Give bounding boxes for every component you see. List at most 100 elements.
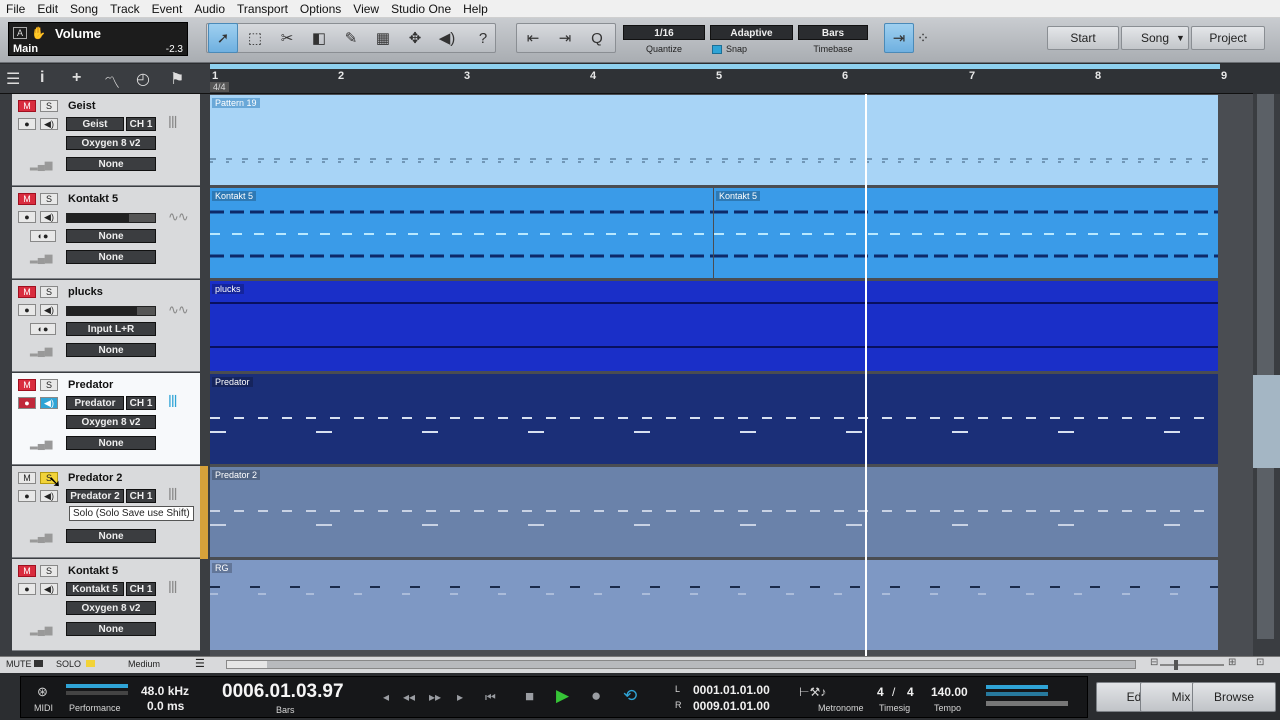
help-icon[interactable]: ? — [468, 23, 498, 53]
event-region[interactable]: RG — [210, 560, 1218, 650]
track-size-select[interactable]: Medium — [128, 659, 160, 669]
monitor-icon[interactable]: ◀) — [40, 118, 58, 130]
track-name[interactable]: Kontakt 5 — [68, 565, 118, 577]
event-region[interactable]: Predator 2 — [210, 467, 1218, 557]
tempo-value[interactable]: 140.00 — [931, 685, 968, 699]
input-select[interactable]: None — [66, 229, 156, 243]
forward-icon[interactable]: ▸ — [457, 690, 463, 704]
loop-range[interactable] — [210, 64, 1220, 69]
input-stereo-icon[interactable]: ◐● — [30, 230, 56, 242]
flag-icon[interactable]: ⚑ — [170, 69, 184, 89]
scroll-thumb[interactable] — [1257, 94, 1274, 639]
volume-fader[interactable] — [66, 213, 156, 223]
menu-song[interactable]: Song — [64, 2, 104, 16]
event-region[interactable]: Kontakt 5 — [210, 188, 713, 278]
volume-display[interactable]: A ✋ Volume Main -2.3 — [8, 22, 188, 56]
snap-value[interactable]: Adaptive — [710, 25, 793, 40]
channel-select[interactable]: CH 1 — [126, 396, 156, 410]
channel-select[interactable]: CH 1 — [126, 117, 156, 131]
menu-transport[interactable]: Transport — [231, 2, 294, 16]
menu-studio-one[interactable]: Studio One — [385, 2, 457, 16]
bend-tool-icon[interactable]: ✥ — [400, 23, 430, 53]
menu-edit[interactable]: Edit — [31, 2, 64, 16]
menu-view[interactable]: View — [347, 2, 385, 16]
loop-icon[interactable]: ⟲ — [623, 686, 637, 706]
solo-button[interactable]: S — [40, 286, 58, 298]
split-tool-icon[interactable]: ✂ — [272, 23, 302, 53]
menu-help[interactable]: Help — [457, 2, 494, 16]
quantize-q-icon[interactable]: Q — [582, 23, 612, 53]
output-select[interactable]: Oxygen 8 v2 — [66, 415, 156, 429]
automation-select[interactable]: None — [66, 157, 156, 171]
rewind-start-icon[interactable]: ◂ — [383, 690, 389, 704]
zoom-handle[interactable] — [1174, 660, 1178, 670]
fast-forward-icon[interactable]: ▸▸ — [429, 690, 441, 704]
arrange-view[interactable]: Pattern 19 Kontakt 5 Kontakt 5 plucks Pr… — [210, 94, 1253, 656]
record-arm-icon[interactable]: ● — [18, 490, 36, 502]
clock-icon[interactable]: ◴ — [136, 69, 150, 89]
playhead-cursor[interactable] — [865, 94, 867, 656]
volume-fader[interactable] — [66, 306, 156, 316]
menu-options[interactable]: Options — [294, 2, 347, 16]
mute-all-label[interactable]: MUTE — [6, 659, 32, 669]
mute-button[interactable]: M — [18, 472, 36, 484]
record-arm-icon[interactable]: ● — [18, 397, 36, 409]
loop-start[interactable]: 0001.01.01.00 — [693, 683, 770, 697]
solo-button[interactable]: S — [40, 193, 58, 205]
mute-button[interactable]: M — [18, 193, 36, 205]
solo-button[interactable]: S — [40, 379, 58, 391]
event-region[interactable]: Pattern 19 — [210, 95, 1218, 185]
track-header[interactable]: plucks M S ● ◀) ◐● Input L+R ▂▄▆ None ∿∿ — [12, 280, 200, 372]
listen-tool-icon[interactable]: ◀) — [432, 23, 462, 53]
record-arm-icon[interactable]: ● — [18, 211, 36, 223]
project-button[interactable]: Project — [1191, 26, 1265, 50]
zoom-fit-icon[interactable]: ⊡ — [1256, 657, 1264, 668]
channel-select[interactable]: CH 1 — [126, 582, 156, 596]
nudge-left-icon[interactable]: ⇤ — [518, 23, 548, 53]
mute-tool-icon[interactable]: ▦ — [368, 23, 398, 53]
menu-file[interactable]: File — [0, 2, 31, 16]
snap-checkbox[interactable] — [712, 45, 722, 54]
quantize-value[interactable]: 1/16 — [623, 25, 705, 40]
automation-select[interactable]: None — [66, 529, 156, 543]
automation-select[interactable]: None — [66, 622, 156, 636]
track-name[interactable]: Predator — [68, 379, 113, 391]
record-arm-icon[interactable]: ● — [18, 304, 36, 316]
instrument-select[interactable]: Geist — [66, 117, 124, 131]
paint-tool-icon[interactable]: ✎ — [336, 23, 366, 53]
timesig-denominator[interactable]: 4 — [907, 685, 914, 699]
automation-select[interactable]: None — [66, 436, 156, 450]
scroll-thumb[interactable] — [227, 661, 267, 668]
zoom-in-icon[interactable]: ⊞ — [1228, 657, 1236, 668]
input-stereo-icon[interactable]: ◐● — [30, 323, 56, 335]
metronome-icon[interactable]: ⊢⚒♪ — [799, 685, 826, 699]
list-size-icon[interactable]: ☰ — [195, 657, 205, 670]
event-region[interactable]: Kontakt 5 — [714, 188, 1218, 278]
track-header[interactable]: Predator 2 M S ● ◀) Predator 2 CH 1 ▂▄▆ … — [12, 466, 200, 558]
record-arm-icon[interactable]: ● — [18, 583, 36, 595]
start-button[interactable]: Start — [1047, 26, 1119, 50]
follow-icon[interactable]: ⁘ — [916, 23, 930, 53]
menu-event[interactable]: Event — [146, 2, 189, 16]
timeline-ruler[interactable]: 1 2 3 4 5 6 7 8 9 4/4 — [210, 64, 1253, 94]
automation-select[interactable]: None — [66, 250, 156, 264]
instrument-select[interactable]: Predator 2 — [66, 489, 124, 503]
instrument-select[interactable]: Predator — [66, 396, 124, 410]
song-dropdown-icon[interactable]: ▼ — [1172, 26, 1189, 50]
master-fader[interactable] — [986, 701, 1068, 706]
mute-button[interactable]: M — [18, 565, 36, 577]
mute-button[interactable]: M — [18, 286, 36, 298]
timebase-value[interactable]: Bars — [798, 25, 868, 40]
zoom-slider[interactable] — [1160, 664, 1224, 666]
track-header[interactable]: Kontakt 5 M S ● ◀) ◐● None ▂▄▆ None ∿∿ — [12, 187, 200, 279]
horizontal-scrollbar[interactable] — [226, 660, 1136, 669]
automation-icon[interactable]: 〽 — [104, 69, 120, 93]
track-header-selected[interactable]: Predator M S ● ◀) Predator CH 1 Oxygen 8… — [12, 373, 200, 465]
solo-button[interactable]: S — [40, 565, 58, 577]
menu-track[interactable]: Track — [104, 2, 146, 16]
position-display[interactable]: 0006.01.03.97 — [222, 681, 344, 703]
inspector-icon[interactable]: i — [40, 69, 44, 87]
timesig-numerator[interactable]: 4 — [877, 685, 884, 699]
add-track-icon[interactable]: + — [72, 69, 81, 87]
mute-button[interactable]: M — [18, 100, 36, 112]
